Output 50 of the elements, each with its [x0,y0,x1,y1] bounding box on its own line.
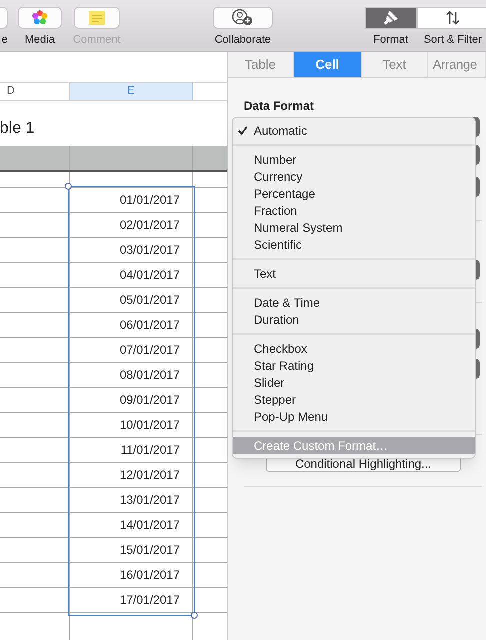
menu-item[interactable]: Stepper [233,391,475,408]
table-cell: 05/01/2017 [70,288,193,312]
view-button[interactable] [417,7,486,29]
table-cell: 14/01/2017 [70,513,193,537]
toolbar-label: Media [25,33,55,48]
checkmark-icon [238,126,248,136]
menu-item[interactable]: Scientific [233,236,475,253]
table-cell: 13/01/2017 [70,488,193,512]
menu-item[interactable]: Slider [233,374,475,391]
paintbrush-icon [383,10,399,26]
menu-item[interactable]: Automatic [233,122,475,139]
menu-item[interactable]: Percentage [233,185,475,202]
menu-item[interactable]: Fraction [233,202,475,219]
table-title: ble 1 [0,119,35,139]
toolbar-button[interactable] [213,7,273,29]
table-cell: 04/01/2017 [70,263,193,287]
toolbar-label: Collaborate [214,33,272,48]
table-cell: 10/01/2017 [70,413,193,437]
table-cell: 15/01/2017 [70,538,193,562]
toolbar-label: Sort & Filter [424,33,482,48]
table-cell: 08/01/2017 [70,363,193,387]
toolbar-button[interactable] [18,7,62,29]
table-cell: 06/01/2017 [70,313,193,337]
selection-handle[interactable] [65,183,72,190]
menu-item[interactable]: Number [233,151,475,168]
table-cell: 17/01/2017 [70,588,193,612]
selection-handle[interactable] [191,612,198,619]
menu-item[interactable]: Currency [233,168,475,185]
menu-item[interactable]: Numeral System [233,219,475,236]
section-title: Data Format [244,98,314,115]
sort-arrows-icon [445,10,461,26]
table-cell: 03/01/2017 [70,238,193,262]
toolbar-label: e [2,33,8,48]
table-cell: 07/01/2017 [70,338,193,362]
menu-item[interactable]: Star Rating [233,357,475,374]
menu-item[interactable]: Text [233,265,475,282]
menu-item[interactable]: Pop-Up Menu [233,408,475,425]
table-cell: 12/01/2017 [70,463,193,487]
menu-item[interactable]: Checkbox [233,340,475,357]
note-icon [89,11,105,25]
view-button[interactable] [365,7,417,29]
table-cell: 09/01/2017 [70,388,193,412]
table-cell: 16/01/2017 [70,563,193,587]
table-cell: 11/01/2017 [70,438,193,462]
menu-item[interactable]: Duration [233,311,475,328]
toolbar-label: Format [374,33,408,48]
add-person-icon [232,9,254,27]
flower-icon [32,10,48,26]
table-cell: 02/01/2017 [70,213,193,237]
menu-item[interactable]: Date & Time [233,294,475,311]
